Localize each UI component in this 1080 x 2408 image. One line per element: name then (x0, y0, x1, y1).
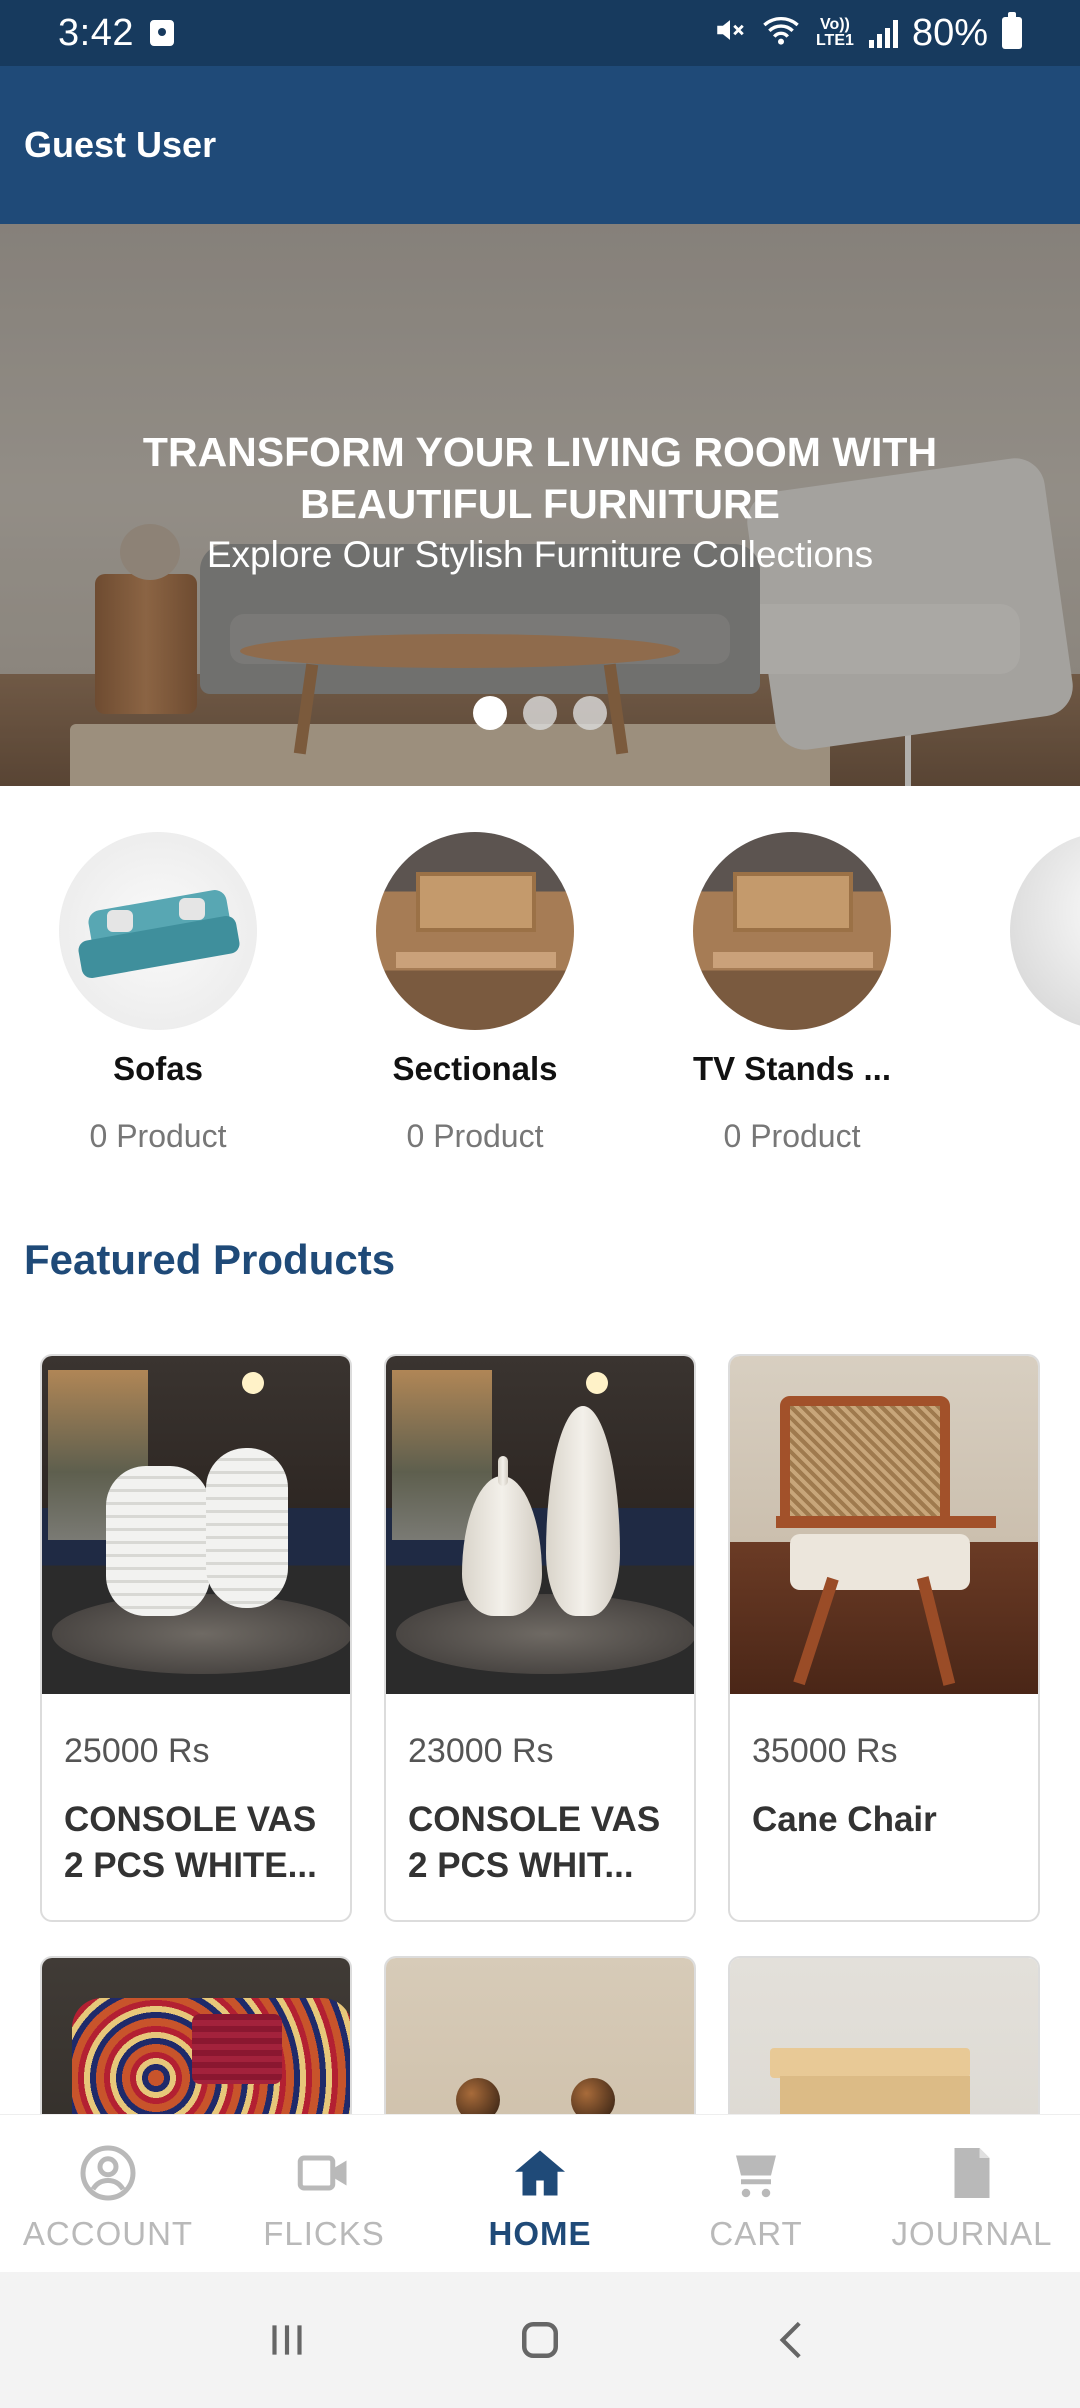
featured-products-title: Featured Products (24, 1236, 396, 1283)
nav-label: FLICKS (263, 2215, 385, 2252)
product-image (42, 1356, 350, 1694)
mute-icon (713, 13, 747, 53)
product-image (386, 1356, 694, 1694)
category-image (376, 832, 574, 1030)
nav-item-account[interactable]: ACCOUNT (0, 2115, 216, 2272)
category-item-sectionals[interactable]: Sectionals 0 Product (345, 832, 605, 1155)
nav-item-flicks[interactable]: FLICKS (216, 2115, 432, 2272)
product-name: CONSOLE VAS 2 PCS WHIT... (408, 1800, 661, 1885)
product-card[interactable]: 25000 Rs CONSOLE VAS 2 PCS WHITE... (40, 1354, 352, 1922)
home-icon (510, 2143, 570, 2203)
nav-item-journal[interactable]: JOURNAL (864, 2115, 1080, 2272)
nav-item-cart[interactable]: CART (648, 2115, 864, 2272)
home-system-button[interactable] (500, 2300, 580, 2380)
recent-apps-button[interactable] (247, 2300, 327, 2380)
battery-icon (1002, 12, 1022, 49)
product-name: Cane Chair (752, 1800, 937, 1839)
category-image (1010, 832, 1080, 1030)
nav-label: CART (709, 2215, 803, 2252)
product-price: 23000 Rs (408, 1732, 554, 1770)
cart-icon (726, 2143, 786, 2203)
category-count: 0 Product (723, 1118, 861, 1154)
back-button[interactable] (753, 2300, 833, 2380)
hero-banner[interactable]: TRANSFORM YOUR LIVING ROOM WITH BEAUTIFU… (0, 224, 1080, 786)
category-name: Sectionals (392, 1050, 558, 1087)
nav-label: HOME (488, 2215, 592, 2252)
category-name: Sofas (113, 1050, 203, 1087)
nav-item-home[interactable]: HOME (432, 2115, 648, 2272)
product-name: CONSOLE VAS 2 PCS WHITE... (64, 1800, 317, 1885)
category-carousel[interactable]: Sofas 0 Product Sectionals 0 Product TV … (0, 786, 1080, 1186)
category-count: 0 Product (89, 1118, 227, 1154)
product-price: 35000 Rs (752, 1732, 898, 1770)
nav-label: JOURNAL (891, 2215, 1053, 2252)
status-bar: 3:42 Vo)) LTE1 80% (0, 0, 1080, 66)
hero-subtitle: Explore Our Stylish Furniture Collection… (206, 534, 874, 575)
carousel-dot-3[interactable] (573, 696, 607, 730)
product-image (730, 1356, 1038, 1694)
volte-label: Vo)) LTE1 (815, 16, 854, 49)
category-image (693, 832, 891, 1030)
user-name[interactable]: Guest User (24, 124, 216, 166)
status-icons: Vo)) LTE1 80% (713, 12, 1022, 55)
category-name: TV Stands ... (692, 1050, 892, 1087)
hero-text: TRANSFORM YOUR LIVING ROOM WITH BEAUTIFU… (0, 426, 1080, 576)
category-name: C (979, 1050, 1080, 1088)
wifi-icon (761, 13, 801, 53)
carousel-indicators (0, 696, 1080, 730)
product-price: 25000 Rs (64, 1732, 210, 1770)
bottom-navigation: ACCOUNT FLICKS HOME CART JOURNAL (0, 2114, 1080, 2272)
category-count: 2 Pr (979, 1118, 1080, 1155)
status-time: 3:42 (58, 11, 134, 54)
category-count: 0 Product (406, 1118, 544, 1154)
hero-title: TRANSFORM YOUR LIVING ROOM WITH BEAUTIFU… (142, 429, 938, 527)
signal-icon (868, 18, 898, 48)
carousel-dot-2[interactable] (523, 696, 557, 730)
battery-percent: 80% (911, 11, 988, 54)
document-icon (942, 2143, 1002, 2203)
video-camera-icon (294, 2143, 354, 2203)
system-navigation-bar (0, 2272, 1080, 2408)
alarm-app-icon (149, 20, 174, 46)
category-item-tv-stands[interactable]: TV Stands ... 0 Product (662, 832, 922, 1155)
category-item-sofas[interactable]: Sofas 0 Product (28, 832, 288, 1155)
account-circle-icon (78, 2143, 138, 2203)
nav-label: ACCOUNT (22, 2215, 194, 2252)
app-bar: Guest User (0, 66, 1080, 224)
product-card[interactable]: 35000 Rs Cane Chair (728, 1354, 1040, 1922)
category-image (59, 832, 257, 1030)
product-card[interactable]: 23000 Rs CONSOLE VAS 2 PCS WHIT... (384, 1354, 696, 1922)
category-item-partial[interactable]: C 2 Pr (979, 832, 1080, 1155)
carousel-dot-1[interactable] (473, 696, 507, 730)
